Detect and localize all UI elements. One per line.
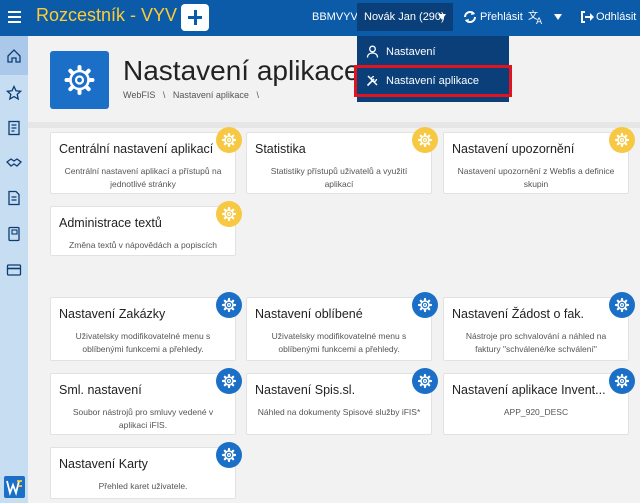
card-filing-settings[interactable]: Nastavení Spis.sl. Náhled na dokumenty S… bbox=[246, 368, 438, 435]
card-title: Administrace textů bbox=[59, 216, 162, 230]
card-title: Nastavení Zakázky bbox=[59, 307, 166, 321]
book-icon[interactable] bbox=[6, 226, 22, 242]
card-description: Přehled karet uživatele. bbox=[98, 481, 188, 491]
logout-icon[interactable] bbox=[579, 9, 595, 25]
card-cards-settings[interactable]: Nastavení Karty Přehled karet uživatele. bbox=[50, 442, 242, 499]
menu-item-label: Nastavení bbox=[386, 46, 436, 58]
language-caret-icon[interactable] bbox=[554, 14, 562, 20]
settings-badge bbox=[216, 201, 242, 227]
page-title: Nastavení aplikace bbox=[123, 55, 360, 86]
star-icon[interactable] bbox=[6, 85, 22, 101]
settings-badge bbox=[216, 368, 242, 394]
card-icon[interactable] bbox=[6, 262, 22, 278]
card-title: Nastavení Žádost o fak. bbox=[452, 307, 585, 321]
breadcrumb-separator: \ bbox=[256, 90, 259, 100]
handshake-icon[interactable] bbox=[6, 155, 22, 171]
card-title: Nastavení Karty bbox=[59, 457, 148, 471]
app-title[interactable]: Rozcestník - VYV bbox=[36, 5, 177, 26]
gear-icon bbox=[417, 132, 433, 148]
breadcrumb-separator: \ bbox=[162, 90, 166, 100]
settings-badge bbox=[412, 292, 438, 318]
settings-badge bbox=[216, 442, 242, 468]
card-contract-settings[interactable]: Sml. nastavení Soubor nástrojů pro smluv… bbox=[50, 368, 242, 435]
org-code: BBMVYV bbox=[312, 11, 358, 23]
user-dropdown-menu: Nastavení Nastavení aplikace bbox=[354, 36, 512, 102]
refresh-icon[interactable] bbox=[462, 9, 478, 25]
gear-icon bbox=[614, 297, 630, 313]
card-title: Nastavení upozornění bbox=[452, 142, 575, 156]
gear-icon bbox=[221, 447, 237, 463]
card-title: Nastavení Spis.sl. bbox=[255, 383, 356, 397]
logout-link[interactable]: Odhlásit bbox=[596, 11, 636, 23]
home-icon[interactable] bbox=[6, 48, 22, 64]
hamburger-menu-icon[interactable] bbox=[8, 11, 21, 23]
card-order-settings[interactable]: Nastavení Zakázky Uživatelsky modifikova… bbox=[50, 292, 242, 361]
card-description: Uživatelsky modifikovatelné menu s oblíb… bbox=[75, 331, 211, 354]
card-inventory-settings[interactable]: Nastavení aplikace Invent... APP_920_DES… bbox=[443, 368, 635, 435]
card-title: Centrální nastavení aplikací bbox=[59, 142, 214, 156]
card-description: Uživatelsky modifikovatelné menu s oblíb… bbox=[271, 331, 407, 354]
settings-badge bbox=[609, 368, 635, 394]
menu-item-app-settings[interactable]: Nastavení aplikace bbox=[354, 65, 512, 97]
page-icon-tile bbox=[50, 51, 109, 109]
gear-icon bbox=[614, 373, 630, 389]
settings-badge bbox=[412, 368, 438, 394]
card-description: Centrální nastavení aplikací a přístupů … bbox=[64, 166, 222, 189]
user-menu-label: Novák Jan (290) bbox=[364, 11, 445, 23]
menu-item-label: Nastavení aplikace bbox=[386, 75, 479, 87]
breadcrumb-item-current: Nastavení aplikace bbox=[172, 90, 249, 100]
svg-text:A: A bbox=[536, 17, 543, 25]
gear-icon bbox=[221, 132, 237, 148]
card-favorites-settings[interactable]: Nastavení oblíbené Uživatelsky modifikov… bbox=[246, 292, 438, 361]
header-divider bbox=[28, 122, 640, 128]
gear-icon bbox=[614, 132, 630, 148]
breadcrumb: WebFIS \ Nastavení aplikace \ bbox=[123, 90, 259, 100]
card-description: APP_920_DESC bbox=[503, 407, 569, 417]
card-description: Změna textů v nápovědách a popiscích bbox=[69, 240, 217, 250]
gear-icon bbox=[417, 297, 433, 313]
breadcrumb-item-webfis[interactable]: WebFIS bbox=[123, 90, 155, 100]
document-icon[interactable] bbox=[6, 120, 22, 136]
sidebar bbox=[0, 36, 28, 503]
settings-badge bbox=[216, 127, 242, 153]
gear-icon bbox=[221, 206, 237, 222]
card-title: Nastavení oblíbené bbox=[255, 307, 363, 321]
user-icon bbox=[366, 45, 379, 58]
caret-down-icon bbox=[438, 14, 446, 20]
gear-icon bbox=[417, 373, 433, 389]
card-text-administration[interactable]: Administrace textů Změna textů v nápověd… bbox=[50, 201, 242, 256]
card-description: Soubor nástrojů pro smluvy vedené v apli… bbox=[72, 407, 214, 430]
card-notification-settings[interactable]: Nastavení upozornění Nastavení upozorněn… bbox=[443, 127, 635, 194]
add-button[interactable] bbox=[181, 4, 209, 31]
card-description: Náhled na dokumenty Spisové služby iFIS* bbox=[257, 407, 421, 417]
card-statistics[interactable]: Statistika Statistiky přístupů uživatelů… bbox=[246, 127, 438, 194]
gear-icon bbox=[221, 373, 237, 389]
card-central-settings[interactable]: Centrální nastavení aplikací Centrální n… bbox=[50, 127, 242, 194]
card-description: Nastavení upozornění z Webfis a definice… bbox=[457, 166, 615, 189]
user-menu-button[interactable]: Novák Jan (290) bbox=[357, 3, 453, 31]
card-title: Nastavení aplikace Invent... bbox=[452, 383, 606, 397]
webfis-logo bbox=[4, 476, 25, 498]
card-description: Nástroje pro schvalování a náhled na fak… bbox=[465, 331, 607, 354]
settings-badge bbox=[609, 127, 635, 153]
switch-user-link[interactable]: Přehlásit bbox=[480, 11, 523, 23]
card-description: Statistiky přístupů uživatelů a využití … bbox=[270, 166, 408, 189]
settings-badge bbox=[609, 292, 635, 318]
top-bar: Rozcestník - VYV BBMVYV Novák Jan (290) … bbox=[0, 0, 640, 36]
menu-item-settings[interactable]: Nastavení bbox=[357, 39, 509, 65]
card-title: Sml. nastavení bbox=[59, 383, 142, 397]
tools-icon bbox=[366, 75, 378, 87]
gear-icon bbox=[221, 297, 237, 313]
card-invoice-request-settings[interactable]: Nastavení Žádost o fak. Nástroje pro sch… bbox=[443, 292, 635, 361]
translate-icon[interactable]: 文 A bbox=[528, 9, 544, 25]
gear-icon bbox=[64, 65, 95, 95]
file-icon[interactable] bbox=[6, 190, 22, 206]
card-title: Statistika bbox=[255, 142, 306, 156]
settings-badge bbox=[216, 292, 242, 318]
webfis-logo-icon bbox=[6, 480, 22, 497]
settings-badge bbox=[412, 127, 438, 153]
